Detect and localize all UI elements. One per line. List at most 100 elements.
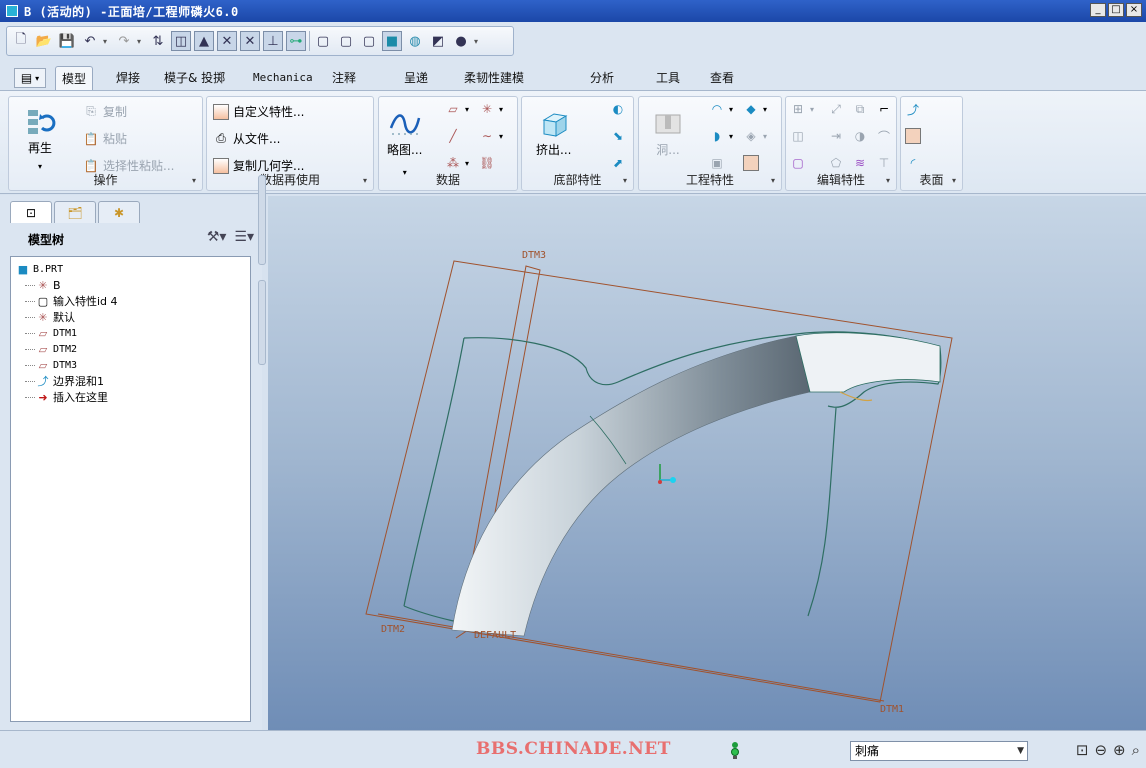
csys-label-default[interactable]: DEFAULT [474, 630, 516, 641]
chevron-down-icon[interactable]: ▾ [38, 162, 42, 171]
csys-icon[interactable]: ⊶ [286, 31, 306, 51]
hidden-icon[interactable]: ✕ [240, 31, 260, 51]
swept-surface[interactable] [451, 332, 941, 637]
solidify-button[interactable]: ⊤ [876, 155, 892, 171]
chevron-down-icon[interactable]: ▾ [192, 176, 196, 185]
graphics-window[interactable]: DTM3 DTM2 DTM1 DEFAULT [268, 196, 1146, 730]
datum-csys-button[interactable]: ✳ ▾ [479, 101, 503, 117]
file-menu-button[interactable]: ▤ ▾ [14, 68, 46, 88]
regenerate-icon[interactable]: ⇅ [148, 31, 168, 51]
zoom-in-icon[interactable]: ⊕ [1113, 741, 1126, 759]
chevron-down-icon[interactable]: ▼ [1017, 742, 1024, 760]
tab-analysis[interactable]: 分析 [590, 66, 614, 90]
redo-icon[interactable]: ↷ [114, 31, 134, 51]
tab-mold-casting[interactable]: 模子& 投掷 [164, 66, 225, 90]
show-icon[interactable]: ☰▾ [234, 229, 254, 245]
find-icon[interactable]: ⌕ [1132, 741, 1140, 759]
tree-item[interactable]: ▱ DTM1 [11, 325, 250, 341]
user-defined-feature-button[interactable]: 自定义特性... [213, 103, 304, 120]
shell-button[interactable]: ◗ ▾ [709, 128, 733, 144]
orient-icon[interactable]: ◩ [428, 31, 448, 51]
tab-flexible-modeling[interactable]: 柔韧性建模 [464, 66, 524, 90]
analysis-feature-button[interactable]: ⛓ [479, 155, 495, 171]
offset-button[interactable]: ⇥ [828, 128, 844, 144]
tree-root[interactable]: ■ B.PRT [11, 261, 250, 277]
customize-dropdown-icon[interactable]: ▾ [474, 37, 482, 46]
shell-solid-button[interactable] [743, 155, 759, 171]
mirror-button[interactable]: ◫ [790, 128, 806, 144]
freeform-button[interactable]: ◜ [905, 155, 921, 171]
extrude-button[interactable]: 挤出... [536, 107, 571, 158]
regenerate-button[interactable]: 再生 ▾ [23, 105, 57, 171]
project-button[interactable]: ⌒ [876, 128, 892, 144]
shading-icon[interactable]: ■ [382, 31, 402, 51]
model-tree-tab[interactable]: ⊡ [10, 201, 52, 223]
datum-label-dtm2[interactable]: DTM2 [381, 624, 405, 635]
from-file-button[interactable]: ⎙ 从文件... [213, 130, 280, 147]
hole-button[interactable]: 洞... [651, 107, 685, 158]
selection-filter[interactable]: 刺痛 ▼ [850, 741, 1028, 761]
tree-item[interactable]: ✳ B [11, 277, 250, 293]
tree-item[interactable]: ▢ 输入特性id 4 [11, 293, 250, 309]
undo-dropdown-icon[interactable]: ▾ [103, 37, 111, 46]
zoom-out-icon[interactable]: ⊖ [1094, 741, 1107, 759]
axis-icon[interactable]: ⊥ [263, 31, 283, 51]
tab-model[interactable]: 模型 [55, 66, 94, 90]
panel-splitter[interactable] [258, 280, 266, 365]
thicken-button[interactable]: ⬠ [828, 155, 844, 171]
copy-button[interactable]: ⎘ 复制 [83, 103, 127, 120]
wireframe-icon[interactable]: ▢ [313, 31, 333, 51]
blend-button[interactable]: ⬈ [610, 155, 626, 171]
tree-item[interactable]: ▱ DTM3 [11, 357, 250, 373]
intersect-button[interactable]: ◑ [852, 128, 868, 144]
panel-splitter[interactable] [258, 175, 266, 265]
display-icon[interactable]: ▲ [194, 31, 214, 51]
chevron-down-icon[interactable]: ▾ [363, 176, 367, 185]
undo-icon[interactable]: ↶ [80, 31, 100, 51]
tree-item[interactable]: ⤴ 边界混和1 [11, 373, 250, 389]
status-light-icon[interactable] [730, 741, 740, 761]
maximize-button[interactable]: □ [1108, 3, 1124, 17]
datum-curve-button[interactable]: ∼ ▾ [479, 128, 503, 144]
chevron-down-icon[interactable]: ▾ [886, 176, 890, 185]
settings-icon[interactable]: ⚒▾ [207, 229, 227, 245]
merge-button[interactable]: ⧉ [852, 101, 868, 117]
redo-dropdown-icon[interactable]: ▾ [137, 37, 145, 46]
datum-axis-button[interactable]: ╱ [445, 128, 461, 144]
rib-button[interactable]: ▣ [709, 155, 725, 171]
tree-item[interactable]: ➜ 插入在这里 [11, 389, 250, 405]
no-hidden-icon[interactable]: ▢ [359, 31, 379, 51]
sketch-button[interactable]: 略图... ▾ [387, 107, 422, 177]
tab-tools[interactable]: 工具 [656, 66, 680, 90]
hidden-line-icon[interactable]: ▢ [336, 31, 356, 51]
saved-view-icon[interactable]: ◍ [405, 31, 425, 51]
refit-icon[interactable]: ⊡ [1076, 741, 1089, 759]
fill-button[interactable]: ▢ [790, 155, 806, 171]
revolve-button[interactable]: ◐ [610, 101, 626, 117]
extend-button[interactable]: ⌐ [876, 101, 892, 117]
boundary-blend-button[interactable]: ⤴ [905, 101, 921, 117]
close-button[interactable]: × [1126, 3, 1142, 17]
draft-button[interactable]: ◈ ▾ [743, 128, 767, 144]
tab-mechanica[interactable]: Mechanica [253, 66, 313, 90]
chevron-down-icon[interactable]: ▾ [771, 176, 775, 185]
layer-icon[interactable]: ◫ [171, 31, 191, 51]
datum-icon[interactable]: ✕ [217, 31, 237, 51]
trim-button[interactable]: ⤢ [828, 101, 844, 117]
save-icon[interactable]: 💾 [57, 31, 77, 51]
datum-point-button[interactable]: ⁂ ▾ [445, 155, 469, 171]
tree-item[interactable]: ▱ DTM2 [11, 341, 250, 357]
tab-annotate[interactable]: 注释 [332, 66, 356, 90]
round-button[interactable]: ◠ ▾ [709, 101, 733, 117]
new-icon[interactable]: 🗋 [11, 31, 31, 51]
model-canvas[interactable]: DTM3 DTM2 DTM1 DEFAULT [268, 196, 1146, 730]
favorites-tab[interactable]: ✱ [98, 201, 140, 223]
folder-browser-tab[interactable]: 🗂 [54, 201, 96, 223]
render-icon[interactable]: ● [451, 31, 471, 51]
open-icon[interactable]: 📂 [34, 31, 54, 51]
tree-item[interactable]: ✳ 默认 [11, 309, 250, 325]
sweep-button[interactable]: ⬊ [610, 128, 626, 144]
minimize-button[interactable]: _ [1090, 3, 1106, 17]
tab-view[interactable]: 查看 [710, 66, 734, 90]
wrap-button[interactable]: ≋ [852, 155, 868, 171]
